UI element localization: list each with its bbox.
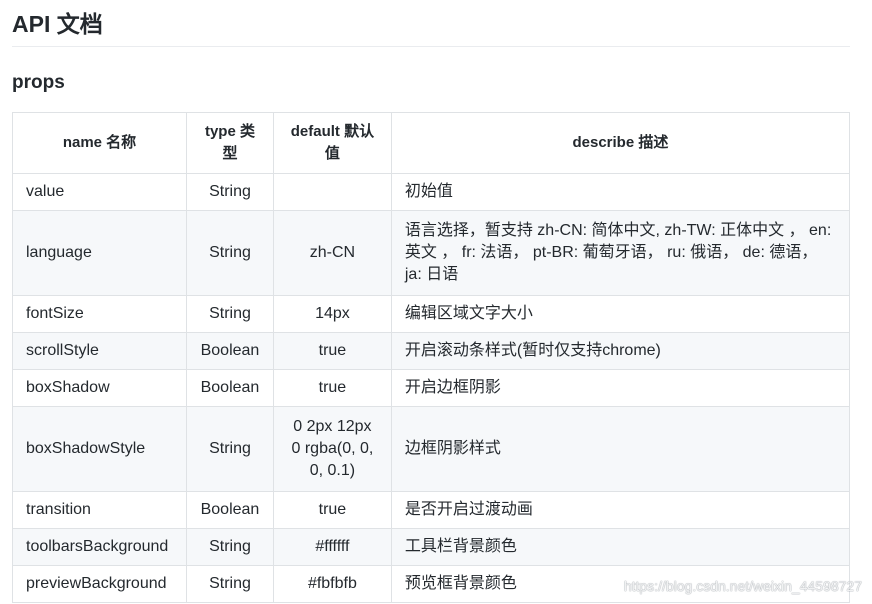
cell-describe: 边框阴影样式 [390,406,851,492]
section-title: props [12,72,65,93]
page-title: API 文档 [12,0,850,47]
cell-default: zh-CN [272,210,392,296]
cell-name: scrollStyle [12,332,187,370]
cell-describe: 初始值 [390,173,851,211]
props-table: name 名称 type 类型 default 默认值 describe 描述 … [12,112,851,603]
cell-default: true [272,369,392,407]
cell-name: previewBackground [12,565,187,603]
table-row: transition Boolean true 是否开启过渡动画 [12,491,851,529]
cell-default: #ffffff [272,528,392,566]
cell-default: 0 2px 12px 0 rgba(0, 0, 0, 0.1) [272,406,392,492]
cell-name: fontSize [12,295,187,333]
cell-type: String [185,173,274,211]
cell-name: transition [12,491,187,529]
header-type: type 类型 [185,112,274,174]
table-row: value String 初始值 [12,173,851,211]
cell-name: boxShadowStyle [12,406,187,492]
table-row: toolbarsBackground String #ffffff 工具栏背景颜… [12,528,851,566]
cell-describe: 编辑区域文字大小 [390,295,851,333]
document: API 文档 props name 名称 type 类型 default 默认值… [12,0,851,603]
header-default: default 默认值 [272,112,392,174]
cell-type: String [185,406,274,492]
cell-default: #fbfbfb [272,565,392,603]
cell-name: boxShadow [12,369,187,407]
table-row: boxShadowStyle String 0 2px 12px 0 rgba(… [12,406,851,492]
table-row: language String zh-CN 语言选择，暂支持 zh-CN: 简体… [12,210,851,296]
cell-describe: 工具栏背景颜色 [390,528,851,566]
cell-name: language [12,210,187,296]
cell-describe: 是否开启过渡动画 [390,491,851,529]
table-row: scrollStyle Boolean true 开启滚动条样式(暂时仅支持ch… [12,332,851,370]
cell-default: 14px [272,295,392,333]
cell-name: toolbarsBackground [12,528,187,566]
cell-default [272,173,392,211]
cell-type: String [185,295,274,333]
header-name: name 名称 [12,112,187,174]
cell-type: Boolean [185,369,274,407]
cell-describe: 语言选择，暂支持 zh-CN: 简体中文, zh-TW: 正体中文 ， en: … [390,210,851,296]
cell-type: String [185,565,274,603]
table-row: boxShadow Boolean true 开启边框阴影 [12,369,851,407]
cell-default: true [272,491,392,529]
cell-type: Boolean [185,491,274,529]
cell-default: true [272,332,392,370]
table-row: fontSize String 14px 编辑区域文字大小 [12,295,851,333]
cell-type: String [185,528,274,566]
cell-describe: 开启滚动条样式(暂时仅支持chrome) [390,332,851,370]
table-header-row: name 名称 type 类型 default 默认值 describe 描述 [12,112,851,174]
cell-type: String [185,210,274,296]
header-describe: describe 描述 [390,112,851,174]
cell-name: value [12,173,187,211]
watermark: https://blog.csdn.net/weixin_44598727 [623,578,862,594]
cell-type: Boolean [185,332,274,370]
cell-describe: 开启边框阴影 [390,369,851,407]
